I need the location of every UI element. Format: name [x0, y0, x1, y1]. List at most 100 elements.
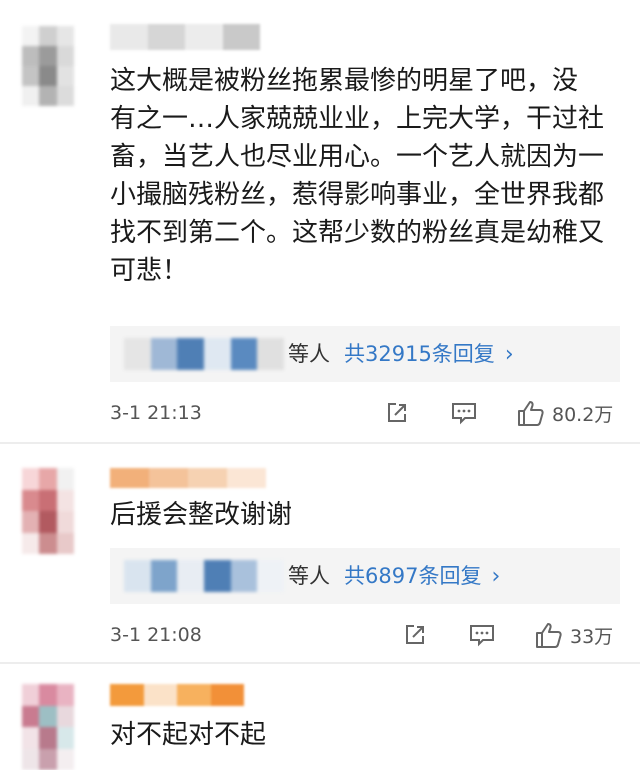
avatar[interactable]: [22, 468, 74, 554]
reply-avatar-pixel: [204, 560, 231, 592]
username-pixel: [185, 24, 223, 50]
username-blurred[interactable]: [110, 24, 260, 50]
avatar-pixel: [22, 532, 40, 554]
reply-summary[interactable]: 等人 共32915条回复 ›: [288, 326, 514, 382]
avatar-pixel: [56, 748, 74, 770]
avatar-pixel: [39, 46, 57, 66]
chevron-right-icon: ›: [504, 342, 514, 367]
username-pixel: [110, 684, 144, 706]
like-count: 80.2万: [552, 403, 614, 426]
avatar-pixel: [22, 489, 40, 511]
reply-suffix: 等人: [288, 564, 330, 588]
avatar-pixel: [22, 748, 40, 770]
avatar-pixel: [39, 727, 57, 749]
avatar-pixel: [56, 66, 74, 86]
comment-text: 后援会整改谢谢: [110, 500, 293, 530]
reply-preview[interactable]: 等人 共32915条回复 ›: [110, 326, 620, 382]
reply-suffix: 等人: [288, 342, 330, 366]
avatar-pixel: [56, 705, 74, 727]
reply-count-link[interactable]: 共6897条回复: [344, 564, 481, 588]
avatar-pixel: [39, 511, 57, 533]
reply-avatar-pixel: [124, 338, 151, 370]
reply-avatars-blurred: [124, 338, 285, 370]
avatar-pixel: [22, 511, 40, 533]
reply-avatar-pixel: [230, 560, 258, 592]
username-pixel: [147, 24, 185, 50]
avatar-pixel: [39, 26, 57, 46]
avatar-pixel: [56, 86, 74, 106]
reply-avatars-blurred: [124, 560, 285, 592]
reply-count-link[interactable]: 共32915条回复: [344, 342, 495, 366]
avatar-pixel: [22, 684, 40, 706]
avatar[interactable]: [22, 26, 74, 106]
avatar-pixel: [56, 46, 74, 66]
comment-button[interactable]: [468, 620, 496, 650]
comment-icon: [452, 403, 476, 425]
comment-button[interactable]: [450, 398, 478, 428]
reply-avatar-pixel: [257, 338, 285, 370]
reply-avatar-pixel: [150, 560, 178, 592]
comment-text: 这大概是被粉丝拖累最惨的明星了吧，没 有之一…人家兢兢业业，上完大学，干过社 畜…: [110, 66, 605, 286]
timestamp: 3-1 21:08: [110, 624, 202, 646]
share-button[interactable]: [402, 620, 428, 650]
avatar-pixel: [22, 468, 40, 490]
username-pixel: [110, 468, 149, 488]
username-pixel: [188, 468, 227, 488]
reply-avatar-pixel: [177, 560, 205, 592]
avatar-pixel: [22, 705, 40, 727]
chevron-right-icon: ›: [491, 564, 501, 589]
avatar-pixel: [22, 26, 40, 46]
avatar-pixel: [56, 684, 74, 706]
avatar-pixel: [39, 489, 57, 511]
like-button[interactable]: 33万: [534, 620, 613, 650]
username-blurred[interactable]: [110, 684, 244, 706]
avatar-pixel: [56, 727, 74, 749]
like-button[interactable]: 80.2万: [516, 398, 613, 428]
username-pixel: [149, 468, 188, 488]
share-icon: [406, 625, 424, 644]
avatar-pixel: [22, 727, 40, 749]
avatar-pixel: [56, 26, 74, 46]
avatar[interactable]: [22, 684, 74, 770]
reply-avatar-pixel: [204, 338, 231, 370]
reply-avatar-pixel: [257, 560, 285, 592]
avatar-pixel: [22, 86, 40, 106]
username-pixel: [143, 684, 177, 706]
comment-icon: [470, 625, 494, 647]
username-pixel: [210, 684, 244, 706]
like-count: 33万: [570, 625, 614, 648]
avatar-pixel: [39, 705, 57, 727]
reply-avatar-pixel: [124, 560, 151, 592]
share-icon: [388, 403, 406, 422]
comment-meta: 3-1 21:13 80.2万: [110, 398, 620, 428]
username-blurred[interactable]: [110, 468, 266, 488]
reply-avatar-pixel: [230, 338, 258, 370]
username-pixel: [222, 24, 260, 50]
avatar-pixel: [22, 66, 40, 86]
thumbs-up-icon: [518, 401, 544, 426]
reply-avatar-pixel: [150, 338, 178, 370]
comment-meta: 3-1 21:08 33万: [110, 620, 620, 650]
avatar-pixel: [39, 86, 57, 106]
divider: [0, 662, 640, 664]
username-pixel: [177, 684, 211, 706]
avatar-pixel: [39, 468, 57, 490]
timestamp: 3-1 21:13: [110, 402, 202, 424]
avatar-pixel: [56, 468, 74, 490]
reply-avatar-pixel: [177, 338, 205, 370]
reply-preview[interactable]: 等人 共6897条回复 ›: [110, 548, 620, 604]
reply-summary[interactable]: 等人 共6897条回复 ›: [288, 548, 500, 604]
avatar-pixel: [56, 489, 74, 511]
avatar-pixel: [39, 684, 57, 706]
avatar-pixel: [39, 748, 57, 770]
avatar-pixel: [39, 532, 57, 554]
avatar-pixel: [56, 511, 74, 533]
avatar-pixel: [56, 532, 74, 554]
share-button[interactable]: [384, 398, 410, 428]
avatar-pixel: [22, 46, 40, 66]
comment-text: 对不起对不起: [110, 720, 267, 750]
username-pixel: [110, 24, 148, 50]
avatar-pixel: [39, 66, 57, 86]
thumbs-up-icon: [536, 623, 562, 648]
username-pixel: [227, 468, 266, 488]
